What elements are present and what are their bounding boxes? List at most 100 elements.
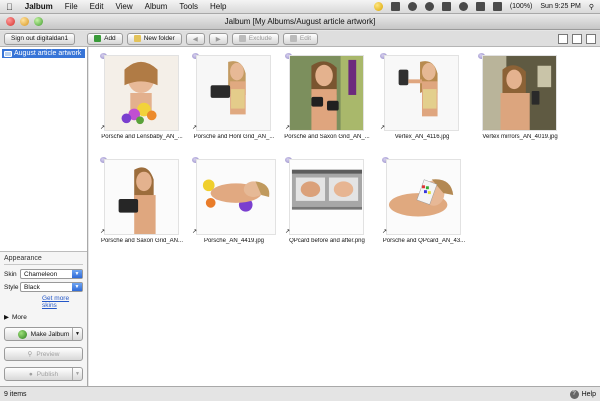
edit-icon bbox=[289, 35, 297, 42]
menu-file[interactable]: File bbox=[65, 2, 78, 11]
battery-percent: (100%) bbox=[509, 3, 533, 10]
publish-button[interactable]: ● Publish ▼ bbox=[4, 367, 83, 381]
dropbox-icon[interactable] bbox=[390, 2, 400, 11]
menu-extras: (100%) Sun 9:25 PM ⚲ bbox=[373, 2, 594, 11]
arrow-left-icon: ◀ bbox=[192, 35, 198, 43]
sign-out-button[interactable]: Sign out digitaldan1 bbox=[4, 32, 76, 45]
link-arrow-icon: ↗ bbox=[192, 125, 198, 131]
thumbnail-grid: ↗ Porsche and Lensbaby_AN_... ↗ Porsche … bbox=[89, 47, 600, 386]
thumbnail-image bbox=[289, 55, 364, 131]
thumbnail-item[interactable]: ↗ Porsche and Saxon Grid_AN_... bbox=[284, 53, 370, 148]
minimize-window-button[interactable] bbox=[20, 17, 29, 26]
list-view-icon[interactable] bbox=[572, 33, 582, 44]
appearance-heading: Appearance bbox=[4, 255, 83, 265]
link-arrow-icon: ↗ bbox=[285, 229, 291, 235]
menu-tools[interactable]: Tools bbox=[179, 2, 198, 11]
view-mode-group bbox=[558, 33, 596, 44]
photo-woman-qpcard bbox=[387, 160, 460, 234]
add-button[interactable]: Add bbox=[87, 32, 123, 45]
style-label: Style bbox=[4, 283, 19, 291]
new-folder-icon bbox=[133, 35, 141, 42]
publish-label: Publish bbox=[36, 370, 59, 378]
photo-woman-lying-flowers bbox=[197, 160, 275, 234]
thumbnail-item[interactable]: ↗ Vertex_AN_4116.jpg bbox=[379, 53, 465, 148]
dropdown-arrow-icon: ▼ bbox=[72, 283, 82, 291]
time-machine-icon[interactable] bbox=[424, 2, 434, 11]
thumbnail-item[interactable]: ↗ Porsche and Saxon Grid_AN... bbox=[99, 157, 185, 252]
menu-album[interactable]: Album bbox=[145, 2, 168, 11]
thumbnail-caption: QPcard before and after.png bbox=[289, 238, 365, 244]
thumbnail-item[interactable]: Vertex mirrors_AN_4019.jpg bbox=[477, 53, 563, 148]
thumbnail-caption: Porsche and Honl Grid_AN_... bbox=[193, 134, 275, 140]
thumbnail-item[interactable]: ↗ Porsche and Lensbaby_AN_... bbox=[99, 53, 185, 148]
preview-button[interactable]: ⚲ Preview bbox=[4, 347, 83, 361]
style-select[interactable]: Black ▼ bbox=[20, 282, 83, 292]
volume-icon[interactable] bbox=[475, 2, 485, 11]
link-arrow-icon: ↗ bbox=[100, 229, 106, 235]
help-button[interactable]: ? Help bbox=[569, 389, 596, 399]
sidebar: August article artwork Appearance Skin C… bbox=[0, 47, 88, 386]
detail-view-icon[interactable] bbox=[586, 33, 596, 44]
skin-select[interactable]: Chameleon ▼ bbox=[20, 269, 83, 279]
status-app-icon[interactable] bbox=[373, 2, 383, 11]
wifi-icon[interactable] bbox=[458, 2, 468, 11]
thumbnail-image bbox=[482, 55, 557, 131]
thumbnail-image bbox=[196, 159, 276, 235]
make-album-label: Make Jalbum bbox=[30, 330, 70, 338]
thumbnail-item[interactable]: ↗ Porsche_AN_4419.jpg bbox=[191, 157, 277, 252]
more-disclosure[interactable]: ▶ More bbox=[4, 313, 83, 322]
apple-menu-icon[interactable]:  bbox=[6, 2, 13, 12]
get-more-skins-link[interactable]: Get more skins bbox=[42, 295, 83, 309]
thumbnail-image bbox=[196, 55, 271, 131]
disclosure-triangle-icon: ▶ bbox=[4, 314, 9, 321]
make-album-button[interactable]: Make Jalbum ▼ bbox=[4, 327, 83, 341]
close-window-button[interactable] bbox=[6, 17, 15, 26]
preview-label: Preview bbox=[36, 350, 60, 358]
bluetooth-icon[interactable] bbox=[441, 2, 451, 11]
spotlight-icon[interactable]: ⚲ bbox=[589, 3, 594, 11]
thumbnail-caption: Porsche and Saxon Grid_AN_... bbox=[284, 134, 370, 140]
new-folder-label: New folder bbox=[143, 35, 175, 42]
items-count: 9 items bbox=[4, 390, 27, 398]
thumbnail-image bbox=[386, 159, 461, 235]
thumbnail-item[interactable]: ↗ QPcard before and after.png bbox=[284, 157, 370, 252]
link-arrow-icon: ↗ bbox=[380, 125, 386, 131]
battery-icon[interactable] bbox=[492, 2, 502, 11]
thumbnail-caption: Porsche and Saxon Grid_AN... bbox=[100, 238, 184, 244]
new-folder-button[interactable]: New folder bbox=[126, 32, 182, 45]
thumbnail-caption: Vertex mirrors_AN_4019.jpg bbox=[482, 134, 558, 140]
thumbnail-caption: Porsche_AN_4419.jpg bbox=[203, 238, 265, 244]
zoom-window-button[interactable] bbox=[34, 17, 43, 26]
window-title: Jalbum [My Albums/August article artwork… bbox=[224, 17, 376, 26]
make-album-dropdown-icon[interactable]: ▼ bbox=[72, 328, 82, 340]
publish-dropdown-icon[interactable]: ▼ bbox=[72, 368, 82, 380]
exclude-button[interactable]: Exclude bbox=[231, 32, 279, 45]
photo-woman-camera-grid bbox=[290, 56, 363, 130]
menu-help[interactable]: Help bbox=[210, 2, 226, 11]
menu-view[interactable]: View bbox=[115, 2, 132, 11]
sync-icon[interactable] bbox=[407, 2, 417, 11]
thumbnail-item[interactable]: ↗ Porsche and Honl Grid_AN_... bbox=[191, 53, 277, 148]
thumbnail-view-icon[interactable] bbox=[558, 33, 568, 44]
back-button[interactable]: ◀ bbox=[185, 32, 205, 45]
link-arrow-icon: ↗ bbox=[382, 229, 388, 235]
tree-item-august-article-artwork[interactable]: August article artwork bbox=[2, 49, 85, 58]
folder-icon bbox=[4, 50, 12, 57]
more-label: More bbox=[12, 313, 27, 321]
edit-button[interactable]: Edit bbox=[282, 32, 319, 45]
arrow-right-icon: ▶ bbox=[215, 35, 221, 43]
help-icon: ? bbox=[569, 389, 579, 399]
skin-value: Chameleon bbox=[24, 270, 58, 278]
photo-woman-vertex bbox=[385, 56, 458, 130]
menu-app-name[interactable]: Jalbum bbox=[25, 2, 53, 11]
status-bar: 9 items ? Help bbox=[0, 386, 600, 401]
exclude-icon bbox=[238, 35, 246, 42]
menu-edit[interactable]: Edit bbox=[90, 2, 104, 11]
link-arrow-icon: ↗ bbox=[192, 229, 198, 235]
clock[interactable]: Sun 9:25 PM bbox=[540, 3, 580, 10]
skin-row: Skin Chameleon ▼ bbox=[4, 269, 83, 279]
sign-out-label: Sign out digitaldan1 bbox=[11, 35, 69, 42]
thumbnail-item[interactable]: ↗ Porsche and QPcard_AN_43... bbox=[381, 157, 467, 252]
style-row: Style Black ▼ bbox=[4, 282, 83, 292]
forward-button[interactable]: ▶ bbox=[208, 32, 228, 45]
